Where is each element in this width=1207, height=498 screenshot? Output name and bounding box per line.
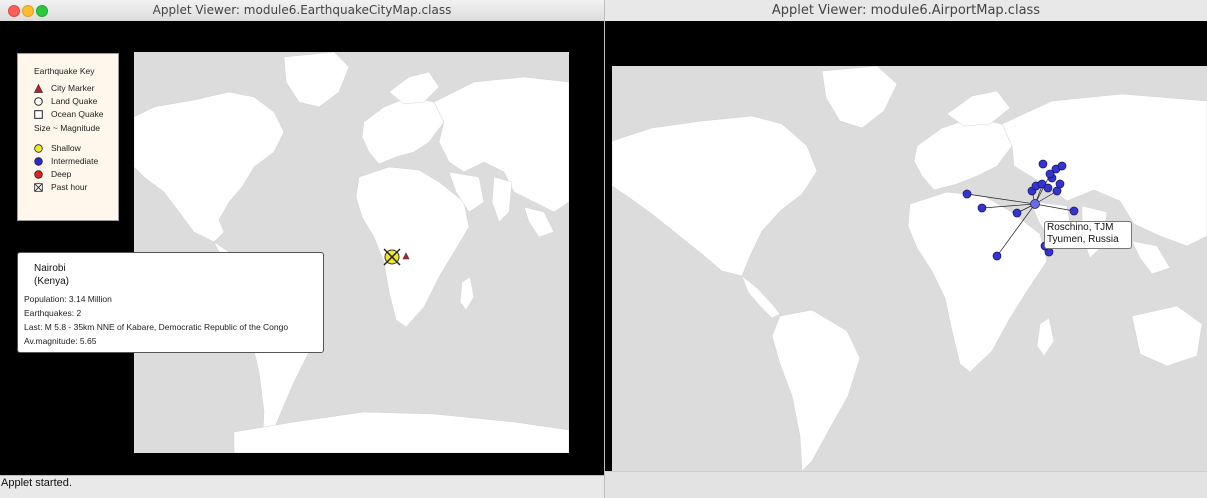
key-label: Ocean Quake — [51, 109, 104, 119]
applet-canvas-top — [605, 21, 1207, 66]
circle-icon — [34, 97, 43, 106]
circle-icon — [34, 170, 43, 179]
airport-tooltip: Roschino, TJM Tyumen, Russia — [1044, 221, 1132, 249]
circle-icon — [34, 144, 43, 153]
key-label: Past hour — [51, 182, 88, 192]
popup-last-quake: Last: M 5.8 - 35km NNE of Kabare, Democr… — [24, 322, 289, 332]
status-text: Applet started. — [1, 477, 72, 489]
airport-city: Tyumen, Russia — [1047, 234, 1119, 245]
applet-canvas-left — [605, 66, 612, 471]
circle-icon — [34, 157, 43, 166]
earthquake-marker-group[interactable] — [382, 245, 412, 269]
popup-avg-magnitude: Av.magnitude: 5.65 — [24, 336, 97, 346]
status-bar: Applet started. — [0, 475, 604, 498]
earthquake-applet-window: Applet Viewer: module6.EarthquakeCityMap… — [0, 0, 605, 498]
city-country: (Kenya) — [34, 276, 70, 287]
airport-world-map[interactable]: Roschino, TJM Tyumen, Russia — [612, 66, 1207, 471]
airport-applet-window: Applet Viewer: module6.AirportMap.class — [605, 0, 1207, 498]
square-icon — [34, 110, 43, 119]
applet-canvas[interactable]: Earthquake Key City Marker Land Quake Oc… — [0, 21, 604, 475]
key-label: Land Quake — [51, 96, 98, 106]
key-label: Shallow — [51, 143, 81, 153]
window-title: Applet Viewer: module6.AirportMap.class — [771, 3, 1041, 18]
past-hour-icon — [34, 183, 43, 192]
triangle-icon — [34, 84, 43, 93]
key-title: Earthquake Key — [34, 66, 95, 76]
popup-population: Population: 3.14 Million — [24, 294, 112, 304]
city-info-popup: Nairobi (Kenya) Population: 3.14 Million… — [17, 252, 324, 353]
key-label: City Marker — [51, 83, 95, 93]
city-name: Nairobi — [34, 263, 66, 274]
airport-routes-layer[interactable] — [612, 66, 1207, 471]
window-title: Applet Viewer: module6.EarthquakeCityMap… — [152, 3, 452, 17]
window-bottom-bar — [605, 471, 1207, 498]
key-size-label: Size ~ Magnitude — [34, 123, 100, 133]
window-titlebar[interactable]: Applet Viewer: module6.AirportMap.class — [605, 0, 1207, 21]
key-label: Deep — [51, 169, 72, 179]
window-titlebar[interactable]: Applet Viewer: module6.EarthquakeCityMap… — [0, 0, 604, 22]
airport-name: Roschino, TJM — [1047, 222, 1114, 233]
popup-earthquakes: Earthquakes: 2 — [24, 308, 82, 318]
key-label: Intermediate — [51, 156, 99, 166]
earthquake-key: Earthquake Key City Marker Land Quake Oc… — [17, 53, 119, 221]
